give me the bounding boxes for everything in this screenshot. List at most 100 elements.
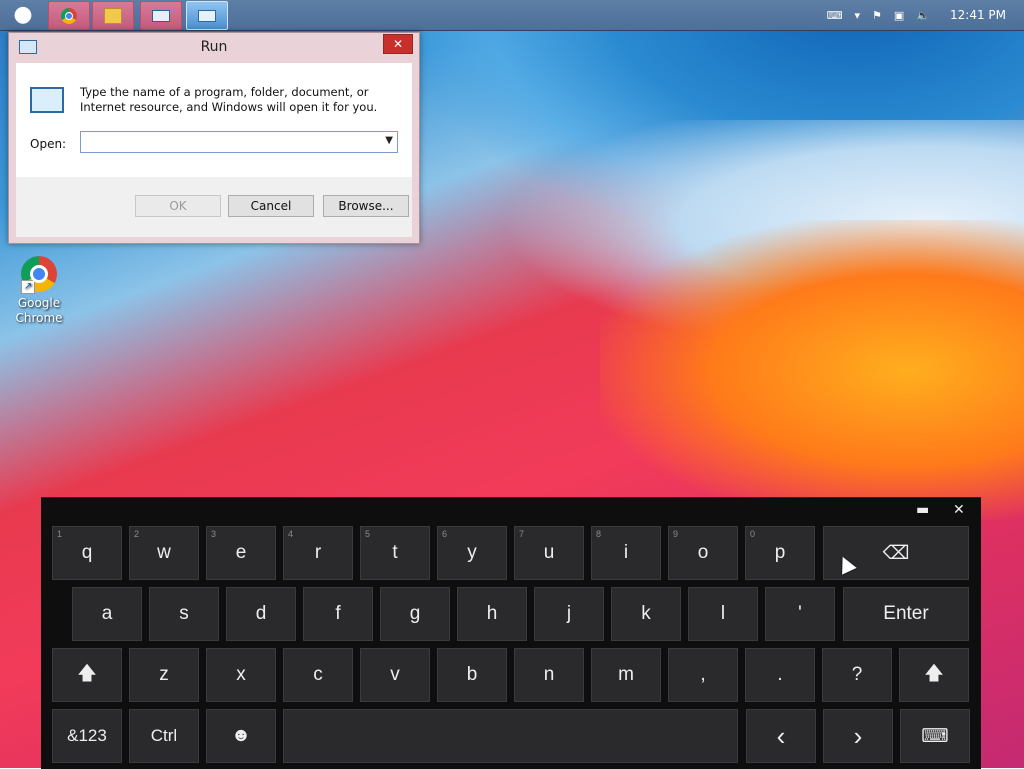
taskbar-explorer-button[interactable] [92,1,134,30]
key-o[interactable]: 9o [668,526,738,580]
key-e[interactable]: 3e [206,526,276,580]
key-u[interactable]: 7u [514,526,584,580]
key-q[interactable]: 1q [52,526,122,580]
folder-icon [104,7,122,24]
key-r[interactable]: 4r [283,526,353,580]
key-enter[interactable]: Enter [843,587,969,641]
key-left-arrow[interactable]: ‹ [746,709,816,763]
close-icon[interactable]: ✕ [953,502,965,518]
key-label: q [81,542,93,563]
shift-icon: 🡅 [77,663,97,684]
desktop-icon-google-chrome[interactable]: ↗ Google Chrome [8,256,70,326]
key-j[interactable]: j [534,587,604,641]
key-number-hint: 4 [288,529,294,539]
key-h[interactable]: h [457,587,527,641]
key-i[interactable]: 8i [591,526,661,580]
dock-icon[interactable]: ▬ [916,502,929,518]
key-label: k [641,603,651,624]
taskbar-chrome-button[interactable] [48,1,90,30]
key-label: c [313,664,323,685]
key-label: , [700,664,706,685]
key-number-hint: 1 [57,529,63,539]
key-x[interactable]: x [206,648,276,702]
backspace-icon: ⌫ [882,542,910,564]
key-label: i [623,542,629,563]
open-label: Open: [30,137,67,151]
key-right-arrow[interactable]: › [823,709,893,763]
key-label: a [101,603,113,624]
key-label: f [335,603,341,624]
chevron-up-icon[interactable]: ▾ [854,9,860,22]
key-v[interactable]: v [360,648,430,702]
keyboard-icon[interactable]: ⌨ [827,9,843,22]
key-label: p [774,542,786,563]
desktop-icon-label-line1: Google [17,296,61,310]
key-c[interactable]: c [283,648,353,702]
key-symbols[interactable]: &123 [52,709,122,763]
key-s[interactable]: s [149,587,219,641]
key-shift-right[interactable]: 🡅 [899,648,969,702]
chevron-down-icon[interactable]: ▼ [385,135,393,146]
keyboard-icon: ⌨ [921,725,949,747]
key-g[interactable]: g [380,587,450,641]
key-k[interactable]: k [611,587,681,641]
key-number-hint: 3 [211,529,217,539]
key-punct-8[interactable]: . [745,648,815,702]
flag-icon[interactable]: ⚑ [872,9,882,22]
chevron-right-icon: › [853,720,863,751]
key-keyboard-menu[interactable]: ⌨ [900,709,970,763]
key-y[interactable]: 6y [437,526,507,580]
key-label: l [720,603,726,624]
touch-keyboard: ▬ ✕ 1q2w3e4r5t6y7u8i9o0p ⌫ a s d f g h j k l ' En… [41,497,981,769]
run-dialog-body: Type the name of a program, folder, docu… [16,63,412,237]
network-icon[interactable]: ▣ [894,9,904,22]
key-number-hint: 8 [596,529,602,539]
cancel-button[interactable]: Cancel [228,195,314,217]
key-shift-left[interactable]: 🡅 [52,648,122,702]
open-input[interactable] [85,134,375,152]
wallpaper-wave-orange [600,220,1024,520]
close-button[interactable]: ✕ [383,34,413,54]
key-emoji[interactable]: ☻ [206,709,276,763]
desktop-icon-label-line2: Chrome [15,311,63,325]
taskbar-keyboard-button[interactable] [140,1,182,30]
key-m[interactable]: m [591,648,661,702]
key-a[interactable]: a [72,587,142,641]
key-f[interactable]: f [303,587,373,641]
run-dialog-content: Type the name of a program, folder, docu… [16,63,412,177]
key-label: u [543,542,555,563]
key-punct-9[interactable]: ? [822,648,892,702]
key-number-hint: 7 [519,529,525,539]
close-icon: ✕ [392,37,404,51]
key-punct-9[interactable]: ' [765,587,835,641]
volume-muted-icon[interactable]: 🔈 [916,9,930,22]
key-d[interactable]: d [226,587,296,641]
key-number-hint: 5 [365,529,371,539]
key-t[interactable]: 5t [360,526,430,580]
key-punct-7[interactable]: , [668,648,738,702]
taskbar-run-button[interactable] [186,1,228,30]
emoji-icon: ☻ [231,725,251,746]
start-apple-icon[interactable]: ● [6,2,40,28]
key-number-hint: 6 [442,529,448,539]
shortcut-arrow-icon: ↗ [21,280,35,294]
key-space[interactable] [283,709,738,763]
run-dialog: Run ✕ Type the name of a program, folder… [8,32,420,244]
browse-button[interactable]: Browse... [323,195,409,217]
open-combobox[interactable]: ▼ [80,131,398,153]
key-label: b [466,664,478,685]
key-l[interactable]: l [688,587,758,641]
run-dialog-title[interactable]: Run [9,33,419,61]
key-b[interactable]: b [437,648,507,702]
key-w[interactable]: 2w [129,526,199,580]
key-z[interactable]: z [129,648,199,702]
key-label: ' [798,603,802,624]
ok-button[interactable]: OK [135,195,221,217]
key-n[interactable]: n [514,648,584,702]
keyboard-icon [152,9,170,22]
clock[interactable]: 12:41 PM [950,8,1006,22]
key-ctrl[interactable]: Ctrl [129,709,199,763]
key-label: z [159,664,169,685]
key-p[interactable]: 0p [745,526,815,580]
key-label: n [543,664,555,685]
